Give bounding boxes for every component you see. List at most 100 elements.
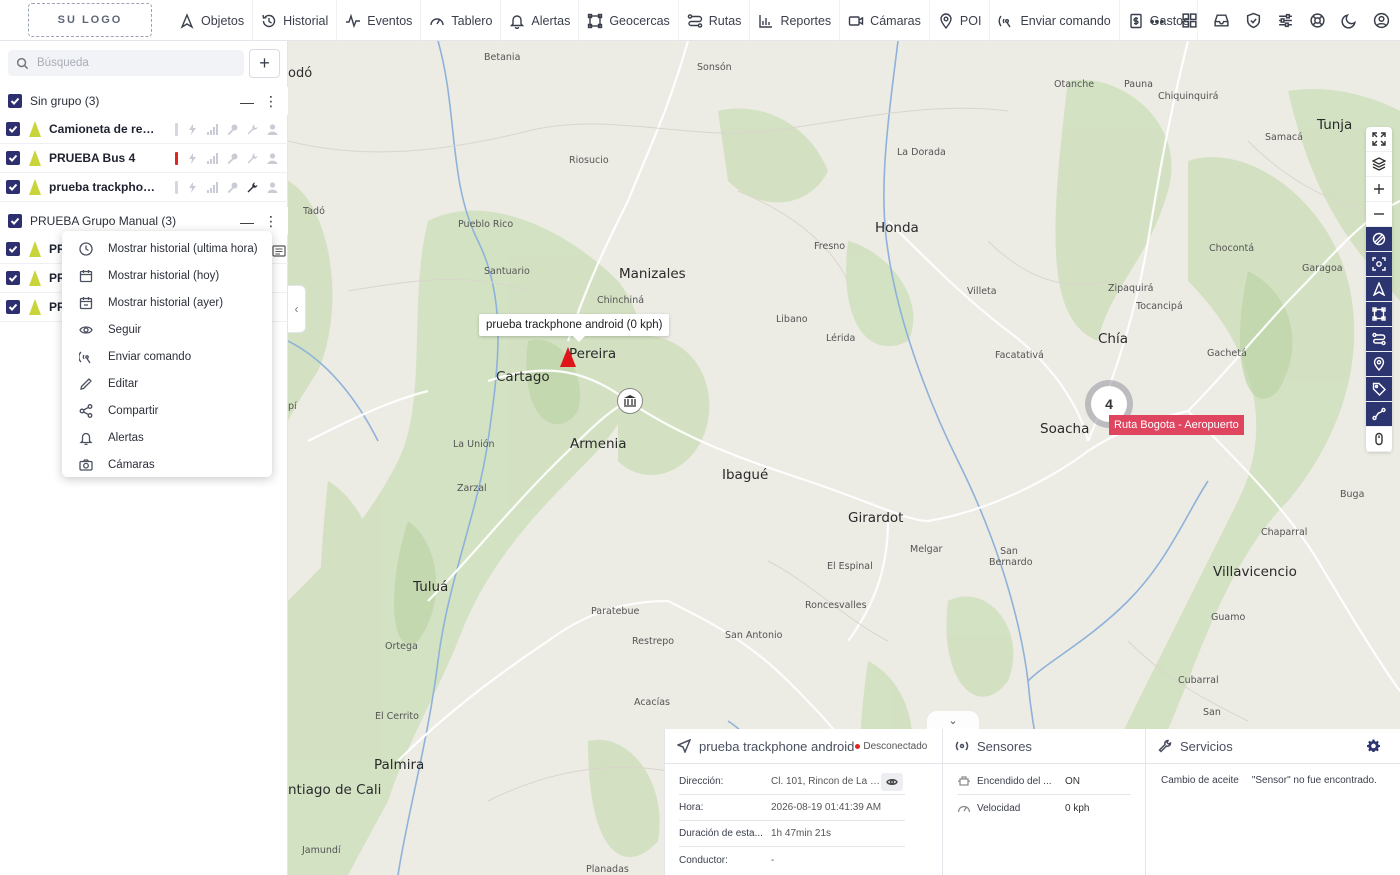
menu-item-cameras[interactable]: Cámaras xyxy=(62,451,272,478)
nav-poi[interactable]: POI xyxy=(930,0,991,41)
kebab-menu-icon[interactable]: ⋮ xyxy=(264,213,278,230)
nav-label: POI xyxy=(959,13,982,28)
object-checkbox[interactable] xyxy=(6,180,20,194)
nav-enviar-comando[interactable]: Enviar comando xyxy=(990,0,1120,41)
focus-icon[interactable] xyxy=(1366,252,1392,277)
object-checkbox[interactable] xyxy=(6,300,20,314)
expand-icon[interactable] xyxy=(1366,127,1392,152)
path-icon[interactable] xyxy=(1366,402,1392,427)
sensors-header: Sensores xyxy=(943,729,1145,764)
menu-item-share[interactable]: Compartir xyxy=(62,397,272,424)
map-label: Pueblo Rico xyxy=(458,219,514,230)
nav-tablero[interactable]: Tablero xyxy=(421,0,502,41)
map-label: La Unión xyxy=(453,439,495,450)
group-checkbox[interactable] xyxy=(8,214,22,228)
list-details-icon[interactable] xyxy=(271,243,287,259)
menu-item-label: Seguir xyxy=(108,323,142,336)
zoom-out-icon[interactable] xyxy=(1366,202,1392,227)
object-row[interactable]: Camioneta de rep... xyxy=(0,115,288,144)
poi-bank-icon[interactable] xyxy=(617,388,643,414)
object-direction-icon xyxy=(29,270,41,286)
nav-geocercas[interactable]: Geocercas xyxy=(579,0,679,41)
object-row[interactable]: PRUEBA Bus 4 xyxy=(0,144,288,173)
inbox-icon[interactable] xyxy=(1212,12,1230,30)
wrench-icon[interactable] xyxy=(247,124,258,136)
object-checkbox[interactable] xyxy=(6,151,20,165)
collapse-icon[interactable]: — xyxy=(240,214,254,230)
satellite-icon xyxy=(999,15,1012,27)
wrench-icon[interactable] xyxy=(247,182,258,194)
object-checkbox[interactable] xyxy=(6,122,20,136)
object-marker-arrow[interactable] xyxy=(560,347,576,367)
apps-grid-icon[interactable] xyxy=(1180,12,1198,30)
nav-objetos[interactable]: Objetos xyxy=(171,0,254,41)
map-label: Ibagué xyxy=(722,467,769,483)
more-icon[interactable]: ••• xyxy=(1148,12,1166,30)
bottom-panel-toggle[interactable]: ⌄ xyxy=(927,711,979,729)
map-label: Armenia xyxy=(570,436,627,452)
detail-row-stop-duration: Duración de esta... 1h 47min 21s xyxy=(679,821,905,847)
object-details-panel: prueba trackphone android Desconectado D… xyxy=(664,729,942,875)
map-label: San Bernardo xyxy=(989,546,1033,568)
service-row: Cambio de aceite "Sensor" no fue encontr… xyxy=(1161,775,1377,786)
group-checkbox[interactable] xyxy=(8,94,22,108)
user-icon[interactable] xyxy=(1372,12,1390,30)
wrench-icon[interactable] xyxy=(247,153,258,165)
object-checkbox[interactable] xyxy=(6,271,20,285)
object-direction-icon xyxy=(29,299,41,315)
menu-item-history-today[interactable]: Mostrar historial (hoy) xyxy=(62,262,272,289)
detail-value: 2026-08-19 01:41:39 AM xyxy=(771,802,882,813)
route-toggle-icon[interactable] xyxy=(1366,327,1392,352)
collapse-icon[interactable]: — xyxy=(240,94,254,110)
menu-item-edit[interactable]: Editar xyxy=(62,370,272,397)
nav-label: Objetos xyxy=(201,13,245,28)
sidebar-collapse-toggle[interactable]: ‹ xyxy=(288,285,306,333)
object-status-icons xyxy=(175,152,278,165)
map-label: Cartago xyxy=(496,369,550,385)
brand-logo[interactable]: SU LOGO xyxy=(28,3,152,37)
geofence-toggle-icon[interactable] xyxy=(1366,227,1392,252)
moon-icon[interactable] xyxy=(1340,12,1358,30)
zoom-in-icon[interactable] xyxy=(1366,177,1392,202)
search-box[interactable] xyxy=(8,50,244,76)
gear-icon[interactable] xyxy=(1367,739,1380,755)
object-tooltip: prueba trackphone android (0 kph) xyxy=(479,314,670,342)
nav-alertas[interactable]: Alertas xyxy=(501,0,580,41)
poi-toggle-icon[interactable] xyxy=(1366,352,1392,377)
group-controls: — ⋮ xyxy=(240,93,278,110)
nav-camaras[interactable]: Cámaras xyxy=(840,0,930,41)
menu-item-history-yesterday[interactable]: Mostrar historial (ayer) xyxy=(62,289,272,316)
nav-historial[interactable]: Historial xyxy=(253,0,338,41)
sliders-icon[interactable] xyxy=(1276,12,1294,30)
menu-item-send-command[interactable]: Enviar comando xyxy=(62,343,272,370)
object-context-menu: Mostrar historial (ultima hora) Mostrar … xyxy=(62,231,272,477)
menu-item-follow[interactable]: Seguir xyxy=(62,316,272,343)
menu-item-alerts[interactable]: Alertas xyxy=(62,424,272,451)
nav-utility-icons: ••• xyxy=(1148,0,1390,41)
engine-icon xyxy=(958,775,970,786)
nav-rutas[interactable]: Rutas xyxy=(679,0,751,41)
nav-eventos[interactable]: Eventos xyxy=(337,0,422,41)
map-label: Girardot xyxy=(848,510,904,526)
search-input[interactable] xyxy=(37,57,227,69)
objects-toggle-icon[interactable] xyxy=(1366,277,1392,302)
kebab-menu-icon[interactable]: ⋮ xyxy=(264,93,278,110)
broadcast-icon xyxy=(955,741,969,751)
layers-icon[interactable] xyxy=(1366,152,1392,177)
nav-label: Historial xyxy=(283,13,329,28)
add-object-button[interactable]: + xyxy=(249,49,280,78)
map-label: Palmira xyxy=(374,757,425,773)
show-address-button[interactable] xyxy=(881,772,903,791)
mouse-icon[interactable] xyxy=(1366,427,1392,452)
menu-item-history-last-hour[interactable]: Mostrar historial (ultima hora) xyxy=(62,235,272,262)
tag-icon[interactable] xyxy=(1366,377,1392,402)
object-row[interactable]: prueba trackphon... xyxy=(0,173,288,202)
nav-reportes[interactable]: Reportes xyxy=(750,0,841,41)
service-name: Cambio de aceite xyxy=(1161,775,1239,786)
support-icon[interactable] xyxy=(1308,12,1326,30)
route-label[interactable]: Ruta Bogota - Aeropuerto xyxy=(1109,415,1244,435)
polygon-icon[interactable] xyxy=(1366,302,1392,327)
group-header[interactable]: Sin grupo (3) — ⋮ xyxy=(0,87,288,115)
shield-check-icon[interactable] xyxy=(1244,12,1262,30)
object-checkbox[interactable] xyxy=(6,242,20,256)
